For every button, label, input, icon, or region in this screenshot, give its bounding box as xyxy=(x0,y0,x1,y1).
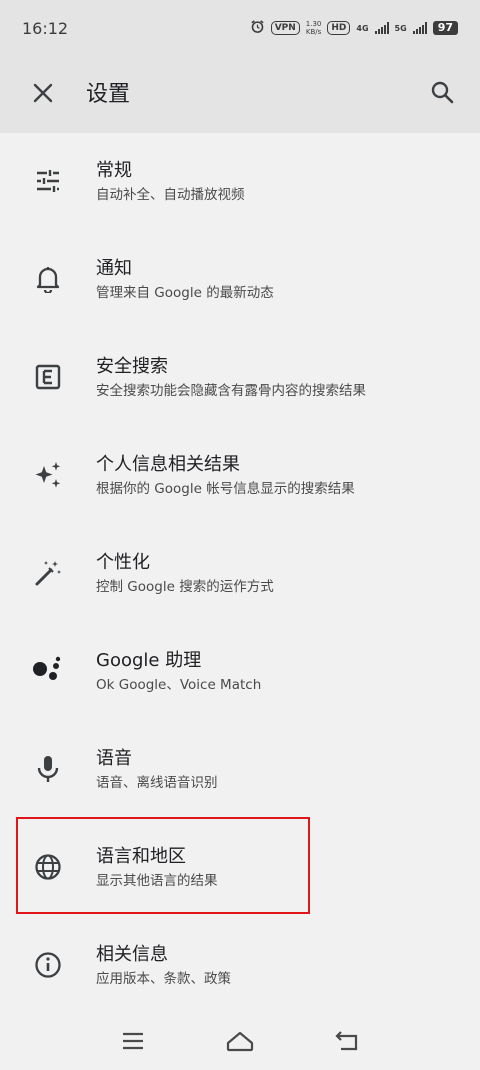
settings-item-language-region[interactable]: 语言和地区 显示其他语言的结果 xyxy=(0,819,480,917)
close-button[interactable] xyxy=(26,78,60,112)
menu-button[interactable] xyxy=(118,1028,148,1058)
settings-item-sub: 管理来自 Google 的最新动态 xyxy=(96,285,274,301)
network-type-1: 4G xyxy=(356,23,369,33)
settings-item-about[interactable]: 相关信息 应用版本、条款、政策 xyxy=(0,917,480,1015)
settings-item-sub: 应用版本、条款、政策 xyxy=(96,971,231,987)
tune-sliders-icon xyxy=(30,163,66,199)
settings-item-sub: 显示其他语言的结果 xyxy=(96,873,218,889)
network-speed-unit: KB/s xyxy=(305,28,322,36)
network-speed: 1.30 KB/s xyxy=(306,20,322,36)
menu-icon xyxy=(122,1032,144,1054)
settings-item-sub: 控制 Google 搜索的运作方式 xyxy=(96,579,274,595)
network-type-2: 5G xyxy=(394,23,407,33)
settings-item-general[interactable]: 常规 自动补全、自动播放视频 xyxy=(0,133,480,231)
settings-item-sub: Ok Google、Voice Match xyxy=(96,677,262,693)
alarm-icon xyxy=(250,19,265,37)
settings-item-voice[interactable]: 语音 语音、离线语音识别 xyxy=(0,721,480,819)
settings-item-label: Google 助理 xyxy=(96,650,202,671)
battery-icon: 97 xyxy=(432,21,458,35)
back-button[interactable] xyxy=(332,1028,362,1058)
search-icon xyxy=(430,80,454,108)
status-bar: 16:12 VPN 1.30 KB/s HD 4G 5G 97 xyxy=(0,0,480,56)
settings-list: 常规 自动补全、自动播放视频 通知 管理来自 Google 的最新动态 安全搜索… xyxy=(0,133,480,1015)
settings-item-label: 安全搜索 xyxy=(96,356,168,377)
settings-item-sub: 安全搜索功能会隐藏含有露骨内容的搜索结果 xyxy=(96,383,366,399)
settings-item-label: 通知 xyxy=(96,258,132,279)
home-button[interactable] xyxy=(225,1028,255,1058)
system-nav-bar xyxy=(0,1016,480,1070)
settings-item-safesearch[interactable]: 安全搜索 安全搜索功能会隐藏含有露骨内容的搜索结果 xyxy=(0,329,480,427)
page-title: 设置 xyxy=(86,82,131,107)
network-speed-value: 1.30 xyxy=(305,20,322,28)
settings-item-notifications[interactable]: 通知 管理来自 Google 的最新动态 xyxy=(0,231,480,329)
vpn-badge: VPN xyxy=(270,21,300,35)
status-time: 16:12 xyxy=(22,18,69,38)
settings-item-label: 语言和地区 xyxy=(96,846,186,867)
explicit-e-icon xyxy=(30,359,66,395)
sparkle-icon xyxy=(30,457,66,493)
hd-badge: HD xyxy=(327,21,351,35)
signal-icon-1 xyxy=(374,22,389,34)
settings-item-label: 常规 xyxy=(96,160,132,181)
settings-item-label: 相关信息 xyxy=(96,944,168,965)
bell-icon xyxy=(30,261,66,297)
home-icon xyxy=(226,1030,254,1056)
settings-item-sub: 根据你的 Google 帐号信息显示的搜索结果 xyxy=(96,481,355,497)
signal-icon-2 xyxy=(412,22,427,34)
microphone-icon xyxy=(30,751,66,787)
assistant-dots-icon xyxy=(30,653,66,689)
settings-item-label: 个性化 xyxy=(96,552,150,573)
search-button[interactable] xyxy=(424,76,460,112)
settings-item-label: 个人信息相关结果 xyxy=(96,454,240,475)
settings-item-sub: 语音、离线语音识别 xyxy=(96,775,218,791)
magic-wand-icon xyxy=(30,555,66,591)
settings-item-sub: 自动补全、自动播放视频 xyxy=(96,187,245,203)
close-icon xyxy=(33,83,53,107)
settings-item-personal-results[interactable]: 个人信息相关结果 根据你的 Google 帐号信息显示的搜索结果 xyxy=(0,427,480,525)
app-bar: 设置 xyxy=(0,56,480,133)
globe-icon xyxy=(30,849,66,885)
back-icon xyxy=(335,1030,359,1056)
settings-item-personalization[interactable]: 个性化 控制 Google 搜索的运作方式 xyxy=(0,525,480,623)
status-icons: VPN 1.30 KB/s HD 4G 5G 97 xyxy=(250,19,458,37)
info-icon xyxy=(30,947,66,983)
settings-item-label: 语音 xyxy=(96,748,132,769)
settings-item-assistant[interactable]: Google 助理 Ok Google、Voice Match xyxy=(0,623,480,721)
